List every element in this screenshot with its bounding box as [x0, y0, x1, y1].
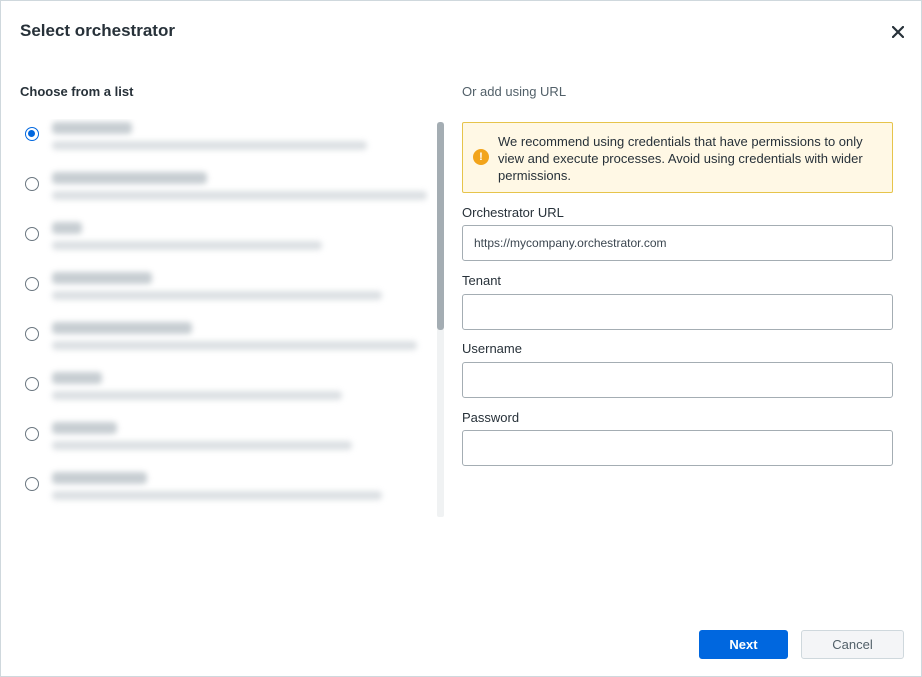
- orchestrator-list: [20, 119, 430, 517]
- list-item[interactable]: [20, 169, 430, 219]
- blurred-item-name: [52, 172, 207, 184]
- orchestrator-radio-2[interactable]: [25, 177, 39, 191]
- dialog-title: Select orchestrator: [20, 21, 175, 40]
- list-item[interactable]: [20, 269, 430, 319]
- blurred-item-url: [52, 491, 382, 500]
- username-label: Username: [462, 341, 522, 356]
- orchestrator-url-input[interactable]: [462, 225, 893, 261]
- blurred-item-name: [52, 272, 152, 284]
- orchestrator-radio-5[interactable]: [25, 327, 39, 341]
- password-input[interactable]: [462, 430, 893, 466]
- cancel-button[interactable]: Cancel: [801, 630, 904, 659]
- list-section-label: Choose from a list: [20, 84, 134, 99]
- close-icon: [892, 26, 904, 38]
- tenant-label: Tenant: [462, 273, 502, 288]
- orchestrator-radio-8[interactable]: [25, 477, 39, 491]
- close-button[interactable]: [887, 21, 909, 43]
- blurred-item-url: [52, 441, 352, 450]
- blurred-item-url: [52, 341, 417, 350]
- url-section-label: Or add using URL: [462, 84, 567, 99]
- blurred-item-name: [52, 222, 82, 234]
- list-item[interactable]: [20, 369, 430, 419]
- orchestrator-radio-6[interactable]: [25, 377, 39, 391]
- blurred-item-url: [52, 141, 367, 150]
- list-item[interactable]: [20, 469, 430, 517]
- list-scrollbar[interactable]: [437, 122, 444, 517]
- blurred-item-url: [52, 191, 427, 200]
- list-item[interactable]: [20, 419, 430, 469]
- tenant-input[interactable]: [462, 294, 893, 330]
- list-item[interactable]: [20, 319, 430, 369]
- orchestrator-radio-3[interactable]: [25, 227, 39, 241]
- blurred-item-name: [52, 422, 117, 434]
- blurred-item-url: [52, 241, 322, 250]
- password-label: Password: [462, 410, 520, 425]
- orchestrator-radio-4[interactable]: [25, 277, 39, 291]
- orchestrator-radio-1[interactable]: [25, 127, 39, 141]
- blurred-item-url: [52, 391, 342, 400]
- url-label: Orchestrator URL: [462, 205, 564, 220]
- warning-text: We recommend using credentials that have…: [498, 134, 863, 183]
- permissions-warning: ! We recommend using credentials that ha…: [462, 122, 893, 193]
- warning-icon: !: [473, 149, 489, 165]
- blurred-item-name: [52, 322, 192, 334]
- blurred-item-name: [52, 372, 102, 384]
- scrollbar-thumb[interactable]: [437, 122, 444, 330]
- username-input[interactable]: [462, 362, 893, 398]
- list-item[interactable]: [20, 119, 430, 169]
- blurred-item-url: [52, 291, 382, 300]
- list-item[interactable]: [20, 219, 430, 269]
- blurred-item-name: [52, 472, 147, 484]
- select-orchestrator-dialog: Select orchestrator Choose from a list O…: [0, 0, 922, 677]
- orchestrator-radio-7[interactable]: [25, 427, 39, 441]
- next-button[interactable]: Next: [699, 630, 788, 659]
- blurred-item-name: [52, 122, 132, 134]
